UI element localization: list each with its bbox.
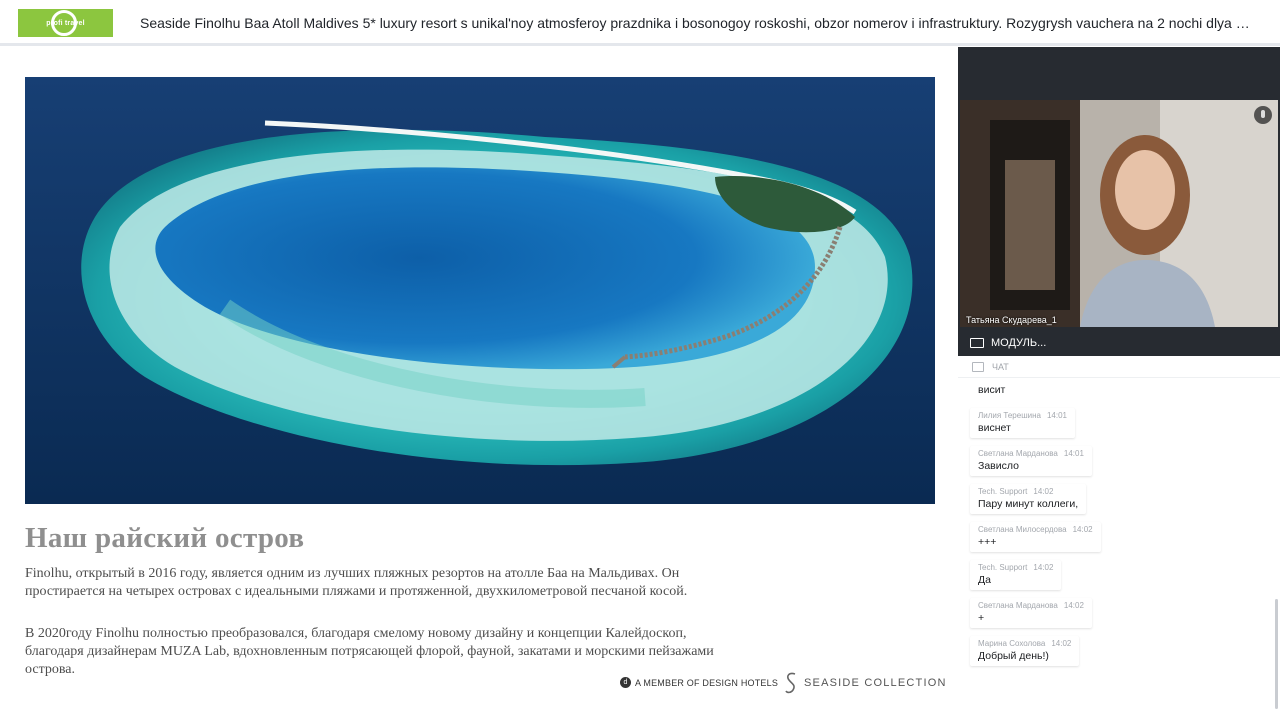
slide-paragraph-1: Finolhu, открытый в 2016 году, является …	[25, 566, 688, 599]
chat-message: Tech. Support 14:02 Пару минут коллеги,	[970, 484, 1087, 514]
chat-message-text: Зависло	[978, 460, 1019, 472]
chat-message: Светлана Марданова 14:01 Зависло	[970, 446, 1092, 476]
chat-message-time: 14:02	[1051, 639, 1072, 648]
chat-message-author: Лилия Терешина	[978, 411, 1041, 420]
chat-messages: висит Лилия Терешина 14:01 виснет Светлан…	[970, 380, 1260, 674]
chat-message: Tech. Support 14:02 Да	[970, 560, 1062, 590]
logo-text: profi travel	[46, 19, 85, 27]
chat-header[interactable]: ЧАТ	[958, 356, 1280, 378]
chat-header-label: ЧАТ	[992, 361, 1009, 372]
speaker-name: Татьяна Скударева_1	[966, 315, 1057, 325]
design-hotels-icon: d	[620, 677, 631, 688]
chat-message-author: Tech. Support	[978, 563, 1028, 572]
module-label: МОДУЛЬ...	[991, 337, 1047, 349]
speaker-video[interactable]: Татьяна Скударева_1	[960, 100, 1278, 327]
chat-message-time: 14:02	[1072, 525, 1093, 534]
chat-message: Светлана Милосердова 14:02 +++	[970, 522, 1101, 552]
chat-message-time: 14:02	[1033, 487, 1054, 496]
chat-message-text: Да	[978, 574, 991, 586]
slide-heading: Наш райский остров	[25, 522, 305, 554]
chat-message-text: +++	[978, 536, 997, 548]
chat-message-time: 14:01	[1063, 449, 1084, 458]
chat-panel: ЧАТ висит Лилия Терешина 14:01 виснет Све…	[958, 356, 1280, 720]
chat-scrollbar[interactable]	[1275, 599, 1278, 709]
chat-message: Лилия Терешина 14:01 виснет	[970, 408, 1075, 438]
profi-travel-logo[interactable]: profi travel	[18, 9, 113, 37]
chat-icon	[972, 361, 984, 372]
camera-icon	[970, 338, 984, 348]
seaside-collection-text: SEASIDE COLLECTION	[804, 677, 947, 689]
chat-message-author: Светлана Марданова	[978, 449, 1058, 458]
seaside-collection-logo: SEASIDE COLLECTION	[784, 671, 947, 695]
design-hotels-text: A MEMBER OF DESIGN HOTELS	[635, 677, 779, 688]
video-panel: Татьяна Скударева_1 МОДУЛЬ...	[958, 47, 1280, 356]
chat-message-time: 14:01	[1046, 411, 1067, 420]
chat-message: Светлана Марданова 14:02 +	[970, 598, 1092, 628]
chat-message-author: Tech. Support	[978, 487, 1028, 496]
chat-message-author: Светлана Марданова	[978, 601, 1058, 610]
slide-paragraph-2: В 2020году Finolhu полностью преобразова…	[25, 626, 714, 677]
chat-message-time: 14:02	[1033, 563, 1054, 572]
chat-message-text: +	[978, 612, 985, 624]
chat-message-text: Пару минут коллеги,	[978, 498, 1079, 510]
seaside-s-icon	[785, 672, 796, 694]
presentation-slide: Наш райский остров Finolhu, открытый в 2…	[0, 49, 958, 720]
island-aerial-photo	[25, 77, 935, 504]
module-toggle[interactable]: МОДУЛЬ...	[970, 337, 1046, 349]
design-hotels-logo: d A MEMBER OF DESIGN HOTELS	[620, 677, 778, 688]
chat-message-author: Светлана Милосердова	[978, 525, 1067, 534]
chat-message-author: Марина Сохолова	[978, 639, 1046, 648]
chat-message-text: Добрый день!)	[978, 650, 1049, 662]
webinar-title: Seaside Finolhu Baa Atoll Maldives 5* lu…	[140, 15, 1255, 31]
chat-message: Марина Сохолова 14:02 Добрый день!)	[970, 636, 1080, 666]
chat-message-text: виснет	[978, 422, 1011, 434]
chat-message-time: 14:02	[1063, 601, 1084, 610]
chat-message: висит	[970, 384, 1030, 400]
microphone-icon[interactable]	[1254, 106, 1272, 124]
chat-message-text: висит	[978, 384, 1006, 396]
top-bar: profi travel Seaside Finolhu Baa Atoll M…	[0, 0, 1280, 46]
